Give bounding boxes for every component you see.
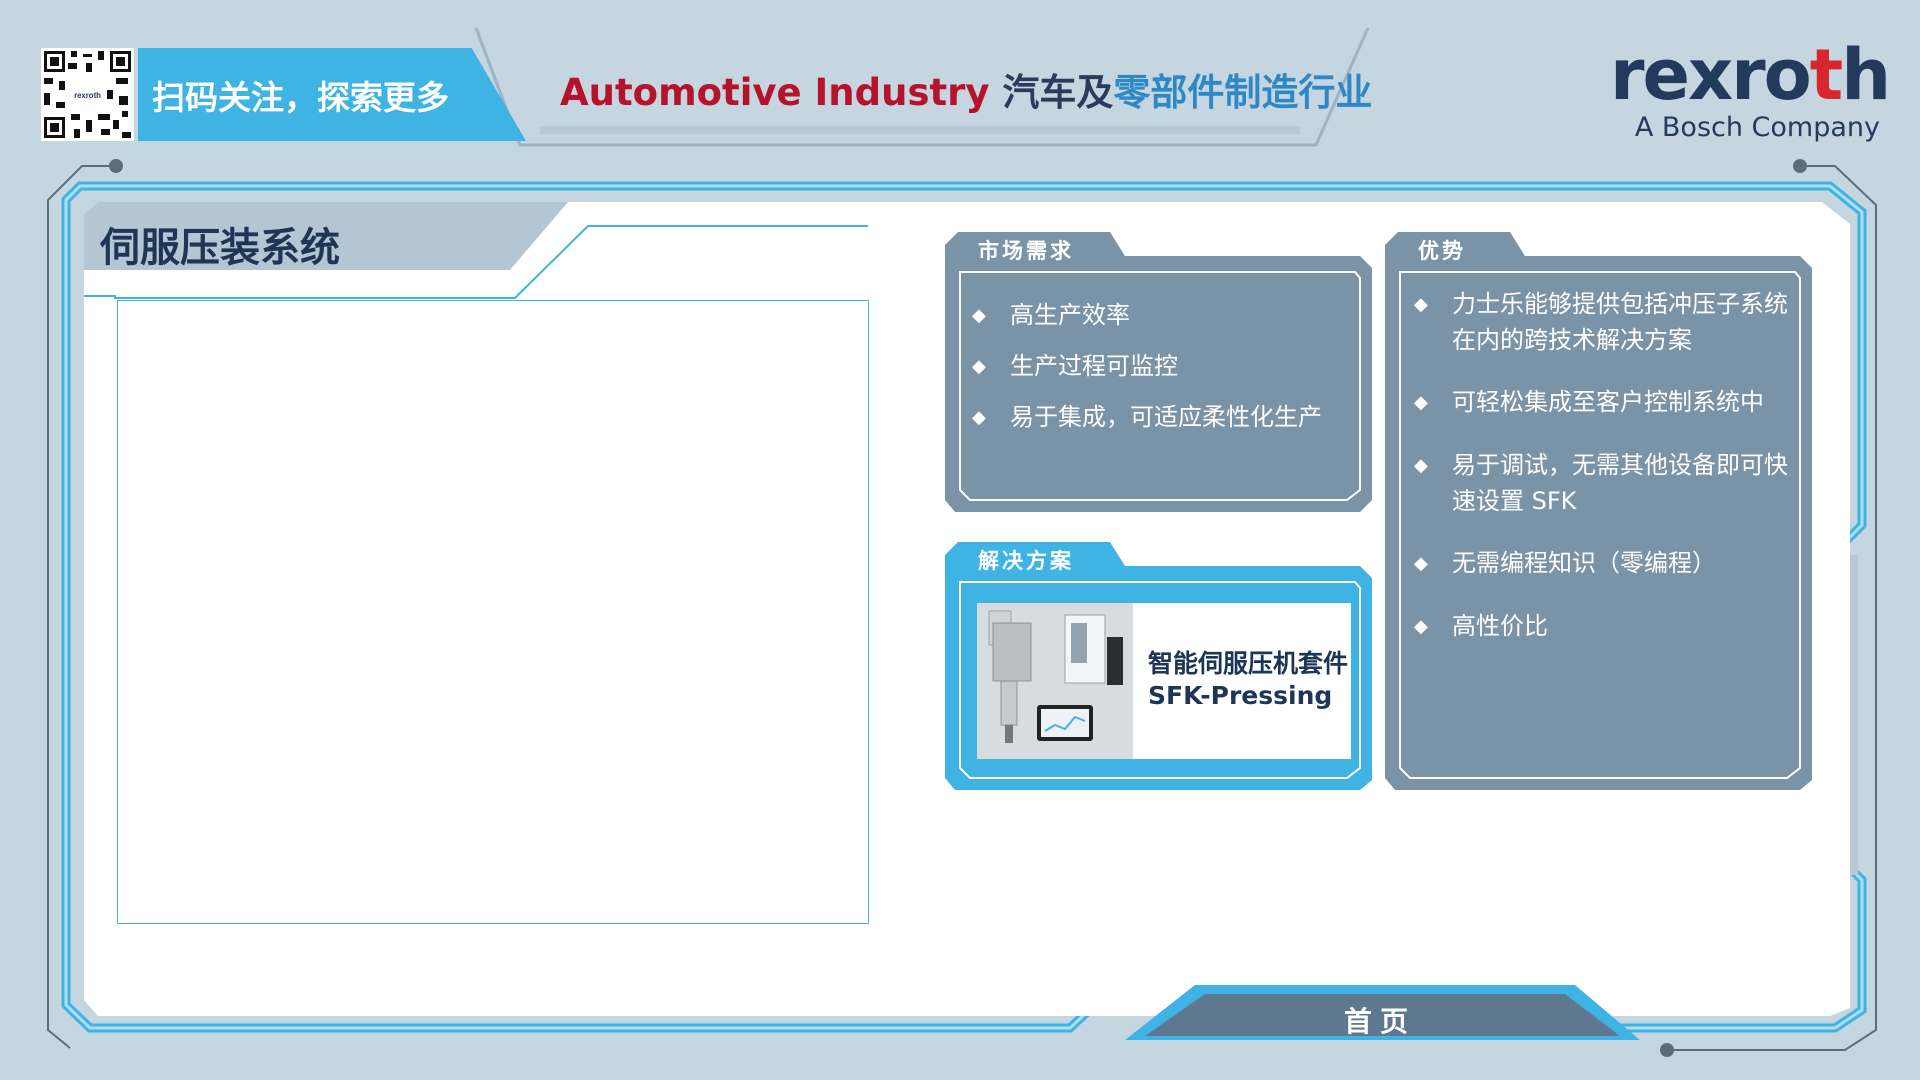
advantages-list: ◆ 力士乐能够提供包括冲压子系统在内的跨技术解决方案 ◆ 可轻松集成至客户控制系统中… (1414, 286, 1794, 645)
qr-code-icon: rexroth (41, 48, 134, 141)
list-item: ◆ 生产过程可监控 (972, 348, 1352, 385)
advantages-card: ◆ 力士乐能够提供包括冲压子系统在内的跨技术解决方案 ◆ 可轻松集成至客户控制系统中… (1414, 286, 1794, 671)
diamond-icon: ◆ (1414, 616, 1428, 637)
brand-tagline: A Bosch Company (1634, 112, 1880, 143)
brand-name-part-b: t (1809, 34, 1843, 116)
qr-code[interactable]: rexroth (41, 48, 134, 141)
diamond-icon: ◆ (972, 407, 986, 428)
header-title-cn-a: 汽车及 (1002, 71, 1114, 114)
list-item: ◆ 无需编程知识（零编程） (1414, 545, 1794, 582)
product-title: 智能伺服压机套件 SFK-Pressing (1148, 648, 1348, 712)
qr-caption: 扫码关注，探索更多 (138, 48, 526, 141)
diamond-icon: ◆ (1414, 553, 1428, 574)
market-list: ◆ 高生产效率 ◆ 生产过程可监控 ◆ 易于集成，可适应柔性化生产 (972, 297, 1352, 436)
image-placeholder (117, 300, 869, 924)
list-item: ◆ 可轻松集成至客户控制系统中 (1414, 384, 1794, 421)
solution-card-label: 解决方案 (978, 549, 1074, 573)
product-image (977, 603, 1133, 759)
list-item: ◆ 高性价比 (1414, 608, 1794, 645)
home-button[interactable]: 首页 (1150, 995, 1610, 1045)
list-item: ◆ 易于调试，无需其他设备即可快速设置 SFK (1414, 447, 1794, 519)
servo-press-icon (977, 603, 1133, 759)
section-title: 伺服压装系统 (100, 225, 340, 271)
list-item: ◆ 力士乐能够提供包括冲压子系统在内的跨技术解决方案 (1414, 286, 1794, 358)
diamond-icon: ◆ (1414, 392, 1428, 413)
qr-mini-logo: rexroth (74, 91, 101, 100)
diamond-icon: ◆ (1414, 294, 1428, 315)
brand-name: rexroth (1610, 40, 1891, 110)
diamond-icon: ◆ (972, 356, 986, 377)
diamond-icon: ◆ (1414, 455, 1428, 476)
product-name-en: SFK-Pressing (1148, 681, 1333, 710)
product-name-cn: 智能伺服压机套件 (1148, 649, 1349, 678)
rexroth-logo: rexroth A Bosch Company (1610, 40, 1891, 160)
market-card: ◆ 高生产效率 ◆ 生产过程可监控 ◆ 易于集成，可适应柔性化生产 (972, 297, 1352, 450)
brand-name-part-a: rexro (1610, 34, 1812, 116)
advantages-card-label: 优势 (1418, 239, 1466, 263)
header-title-cn-b: 零部件制造行业 (1113, 71, 1373, 114)
header-title-en: Automotive Industry (560, 71, 990, 114)
page-header: Automotive Industry 汽车及零部件制造行业 (560, 62, 1372, 122)
brand-name-part-c: h (1841, 34, 1891, 116)
list-item: ◆ 易于集成，可适应柔性化生产 (972, 399, 1352, 436)
market-card-label: 市场需求 (978, 239, 1074, 263)
diamond-icon: ◆ (972, 305, 986, 326)
list-item: ◆ 高生产效率 (972, 297, 1352, 334)
